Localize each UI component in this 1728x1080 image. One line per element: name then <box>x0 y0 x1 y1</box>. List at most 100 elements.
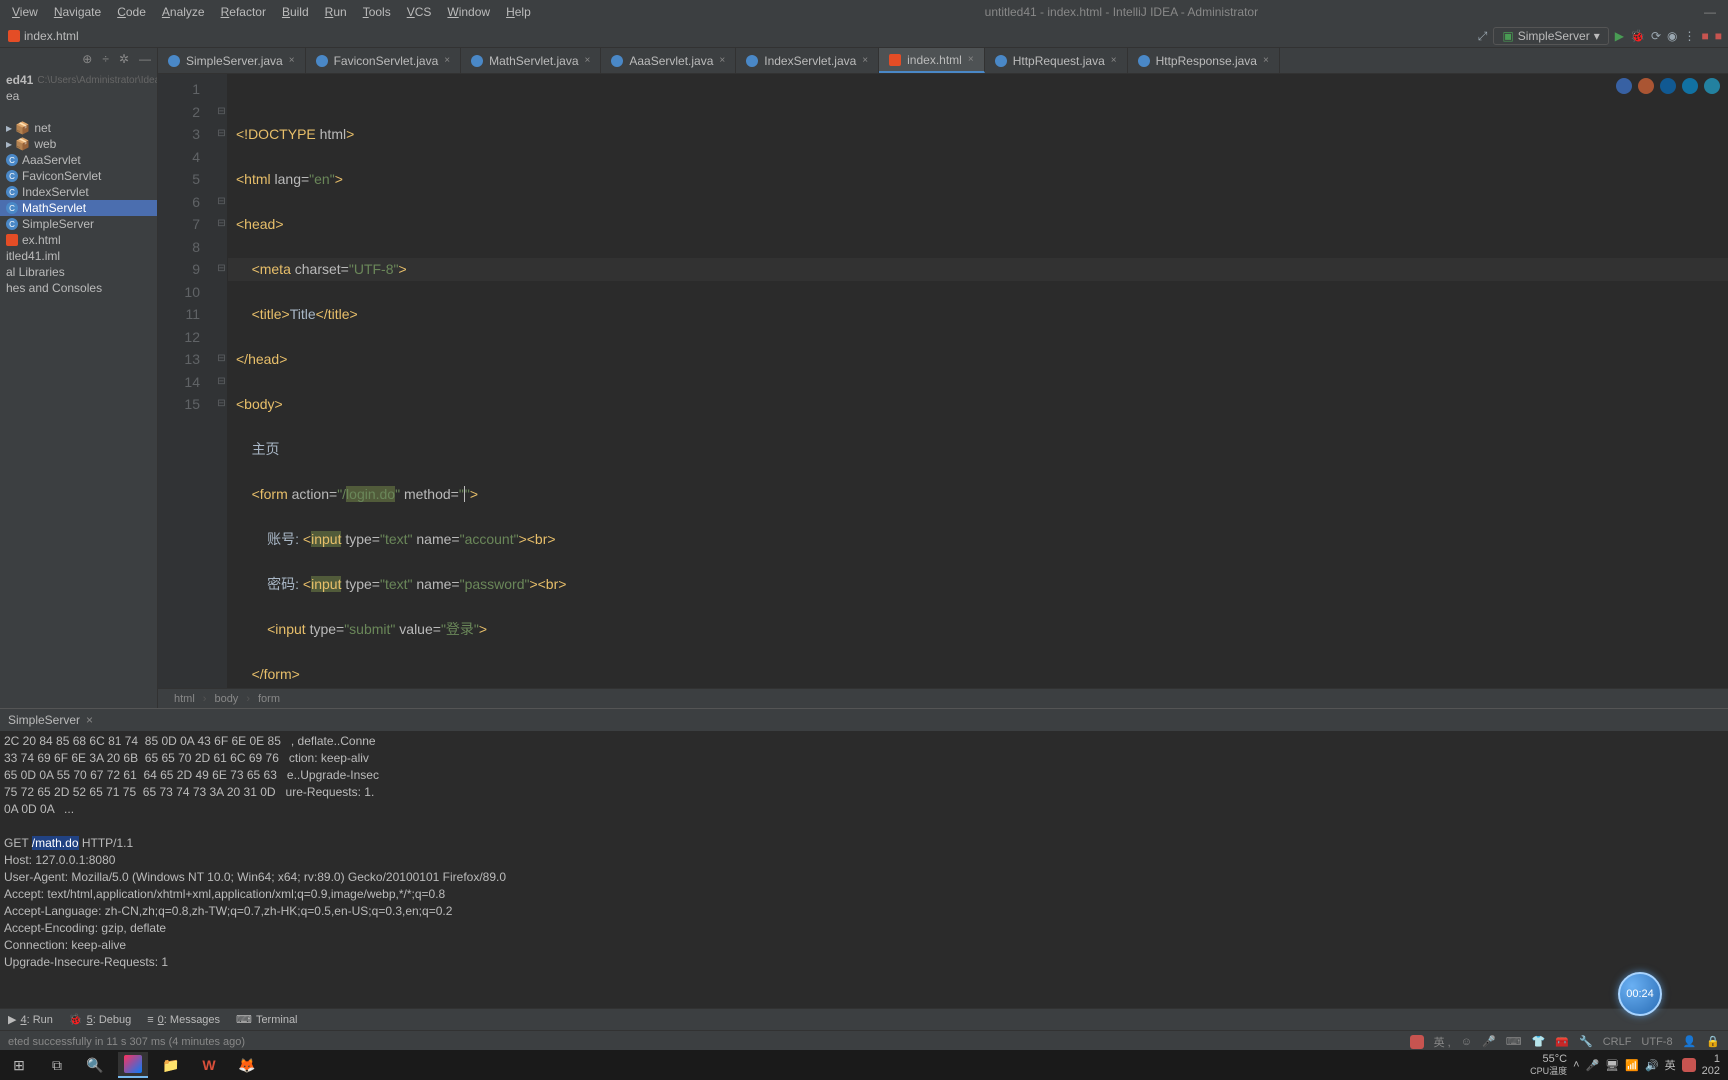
tool-tab-run[interactable]: ▶4: Run <box>8 1013 53 1026</box>
menu-analyze[interactable]: Analyze <box>154 3 213 21</box>
run-output[interactable]: 2C 20 84 85 68 6C 81 74 85 0D 0A 43 6F 6… <box>0 731 1728 1008</box>
breadcrumb-html[interactable]: html <box>174 693 195 705</box>
editor-tab-httprequest-java[interactable]: HttpRequest.java× <box>985 48 1128 73</box>
breadcrumb-form[interactable]: form <box>258 693 280 705</box>
sogou-tray-icon[interactable] <box>1682 1058 1696 1072</box>
menu-refactor[interactable]: Refactor <box>213 3 274 21</box>
explorer-task[interactable]: 📁 <box>156 1052 186 1078</box>
run-config-selector[interactable]: ▣ SimpleServer ▾ <box>1493 27 1608 45</box>
network-tray-icon[interactable]: 🖥 <box>1605 1059 1619 1072</box>
edge-icon[interactable] <box>1660 78 1676 94</box>
attach-button[interactable]: ⋮ <box>1684 29 1696 43</box>
editor-tab-faviconservlet-java[interactable]: FaviconServlet.java× <box>306 48 462 73</box>
stop-button[interactable]: ■ <box>1702 29 1709 43</box>
menu-window[interactable]: Window <box>439 3 498 21</box>
tree-node-hes-and-consoles[interactable]: hes and Consoles <box>0 280 157 296</box>
run-panel-tab[interactable]: SimpleServer × <box>0 709 1728 731</box>
tree-node-blank[interactable] <box>0 104 157 120</box>
window-controls: — <box>1704 5 1724 19</box>
tool-tab-debug[interactable]: 🐞5: Debug <box>69 1013 131 1026</box>
code-area[interactable]: <!DOCTYPE html> <html lang="en"> <head> … <box>228 74 1728 688</box>
sogou-icon[interactable] <box>1410 1035 1424 1049</box>
tree-node-ea[interactable]: ea <box>0 88 157 104</box>
taskview-button[interactable]: ⧉ <box>42 1052 72 1078</box>
tree-root[interactable]: ed41 C:\Users\Administrator\Idea <box>0 72 157 88</box>
tool-tab-terminal[interactable]: ⌨Terminal <box>236 1013 297 1026</box>
cpu-temp[interactable]: 55°C CPU温度 <box>1530 1053 1567 1077</box>
volume-tray-icon[interactable]: 🔊 <box>1645 1059 1659 1072</box>
mic-tray-icon[interactable]: 🎤 <box>1586 1059 1600 1072</box>
browser-preview-icons[interactable] <box>1616 78 1720 94</box>
chrome-icon[interactable] <box>1616 78 1632 94</box>
wifi-tray-icon[interactable]: 📶 <box>1625 1059 1639 1072</box>
tree-node-indexservlet[interactable]: CIndexServlet <box>0 184 157 200</box>
menu-vcs[interactable]: VCS <box>399 3 440 21</box>
breadcrumb-body[interactable]: body <box>214 693 238 705</box>
build-icon[interactable]: ⤢ <box>1478 29 1488 44</box>
run-button[interactable]: ▶ <box>1615 29 1624 43</box>
mic-icon[interactable]: 🎤 <box>1482 1035 1496 1048</box>
coverage-button[interactable]: ⟳ <box>1651 29 1661 43</box>
tree-node-al-libraries[interactable]: al Libraries <box>0 264 157 280</box>
encoding[interactable]: UTF-8 <box>1641 1036 1672 1048</box>
inspection-icon[interactable]: 👤 <box>1683 1035 1697 1048</box>
editor-tab-indexservlet-java[interactable]: IndexServlet.java× <box>736 48 879 73</box>
emoji-icon[interactable]: ☺ <box>1461 1036 1472 1048</box>
editor-tab-mathservlet-java[interactable]: MathServlet.java× <box>461 48 601 73</box>
ime-indicator[interactable]: 英 , <box>1434 1034 1451 1050</box>
timer-overlay[interactable]: 00:24 <box>1618 972 1662 1016</box>
breadcrumb[interactable]: html›body›form <box>158 688 1728 708</box>
editor-tabs: SimpleServer.java×FaviconServlet.java×Ma… <box>158 48 1728 74</box>
editor-tab-index-html[interactable]: index.html× <box>879 48 985 73</box>
tree-node-mathservlet[interactable]: CMathServlet <box>0 200 157 216</box>
line-separator[interactable]: CRLF <box>1603 1036 1632 1048</box>
editor-tab-aaaservlet-java[interactable]: AaaServlet.java× <box>601 48 736 73</box>
clock[interactable]: 1 202 <box>1702 1053 1720 1077</box>
target-icon[interactable]: ⊕ <box>82 52 92 66</box>
tree-node-faviconservlet[interactable]: CFaviconServlet <box>0 168 157 184</box>
lock-icon: 🔒 <box>1706 1035 1720 1048</box>
wps-task[interactable]: W <box>194 1052 224 1078</box>
editor-tab-httpresponse-java[interactable]: HttpResponse.java× <box>1128 48 1280 73</box>
menu-code[interactable]: Code <box>109 3 154 21</box>
gear-icon[interactable]: ✲ <box>119 52 129 66</box>
ime-tray[interactable]: 英 <box>1665 1057 1676 1073</box>
menu-tools[interactable]: Tools <box>355 3 399 21</box>
tree-node-aaaservlet[interactable]: CAaaServlet <box>0 152 157 168</box>
tray-up-icon[interactable]: ˄ <box>1573 1059 1579 1071</box>
tool-tab-messages[interactable]: ≡0: Messages <box>147 1014 220 1026</box>
menu-navigate[interactable]: Navigate <box>46 3 109 21</box>
tree-node-ex-html[interactable]: ex.html <box>0 232 157 248</box>
project-tree[interactable]: ed41 C:\Users\Administrator\Ideaea ▸ 📦net… <box>0 70 157 298</box>
ie-icon[interactable] <box>1704 78 1720 94</box>
close-icon[interactable]: × <box>86 713 93 727</box>
keyboard-icon[interactable]: ⌨ <box>1506 1035 1522 1048</box>
skin-icon[interactable]: 👕 <box>1532 1035 1546 1048</box>
collapse-icon[interactable]: ÷ <box>102 52 109 66</box>
editor-tab-simpleserver-java[interactable]: SimpleServer.java× <box>158 48 306 73</box>
code-editor[interactable]: 123456789101112131415 ⊟⊟⊟⊟⊟⊟⊟⊟ <!DOCTYPE… <box>158 74 1728 688</box>
profile-button[interactable]: ◉ <box>1667 29 1677 43</box>
wrench-icon[interactable]: 🔧 <box>1579 1035 1593 1048</box>
firefox-task[interactable]: 🦊 <box>232 1052 262 1078</box>
intellij-task[interactable] <box>118 1052 148 1078</box>
menu-build[interactable]: Build <box>274 3 317 21</box>
start-button[interactable]: ⊞ <box>4 1052 34 1078</box>
fold-column[interactable]: ⊟⊟⊟⊟⊟⊟⊟⊟ <box>216 74 228 688</box>
firefox-icon[interactable] <box>1638 78 1654 94</box>
debug-button[interactable]: 🐞 <box>1630 29 1645 43</box>
toolbox-icon[interactable]: 🧰 <box>1555 1035 1569 1048</box>
safari-icon[interactable] <box>1682 78 1698 94</box>
tree-node-itled41-iml[interactable]: itled41.iml <box>0 248 157 264</box>
stop-button-2[interactable]: ■ <box>1715 29 1722 43</box>
menu-help[interactable]: Help <box>498 3 539 21</box>
menu-run[interactable]: Run <box>317 3 355 21</box>
menu-view[interactable]: View <box>4 3 46 21</box>
tree-node-simpleserver[interactable]: CSimpleServer <box>0 216 157 232</box>
open-file-tab[interactable]: index.html <box>0 24 87 47</box>
hide-icon[interactable]: — <box>139 52 151 66</box>
tree-node-net[interactable]: ▸ 📦net <box>0 120 157 136</box>
tree-node-web[interactable]: ▸ 📦web <box>0 136 157 152</box>
minimize-icon[interactable]: — <box>1704 5 1716 19</box>
search-button[interactable]: 🔍 <box>80 1052 110 1078</box>
